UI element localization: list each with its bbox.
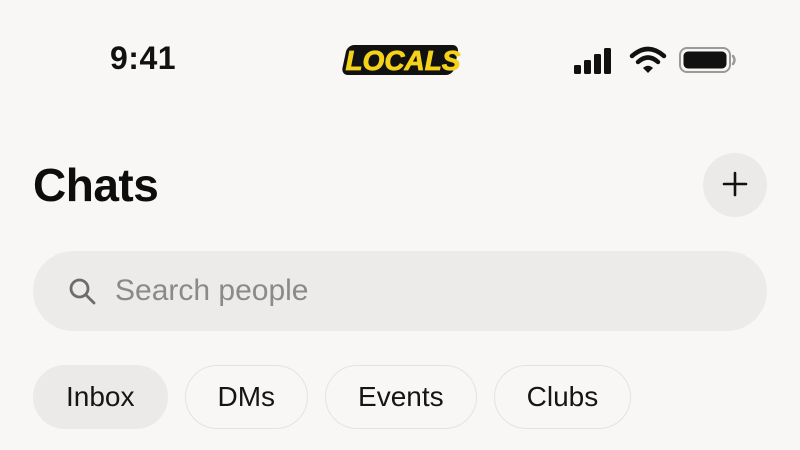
filter-chip-clubs[interactable]: Clubs	[493, 365, 632, 429]
battery-icon	[678, 44, 738, 81]
filter-chips: Inbox DMs Events Clubs	[33, 365, 632, 429]
filter-chip-inbox[interactable]: Inbox	[33, 365, 168, 429]
status-icons	[572, 44, 742, 76]
wifi-icon	[628, 44, 668, 81]
chats-screen: 9:41 LOCALS Chats Search people Inbox DM…	[0, 0, 800, 450]
signal-icon	[572, 44, 614, 81]
status-time: 9:41	[110, 40, 177, 76]
filter-chip-dms[interactable]: DMs	[184, 365, 309, 429]
logo-text: LOCALS	[345, 45, 460, 76]
search-bar[interactable]	[33, 251, 767, 331]
plus-icon	[722, 171, 748, 200]
page-title: Chats	[33, 159, 159, 211]
locals-logo: LOCALS	[338, 42, 464, 78]
filter-chip-events[interactable]: Events	[325, 365, 477, 429]
new-chat-button[interactable]	[703, 153, 767, 217]
search-icon	[67, 276, 97, 306]
search-input[interactable]	[115, 261, 767, 321]
